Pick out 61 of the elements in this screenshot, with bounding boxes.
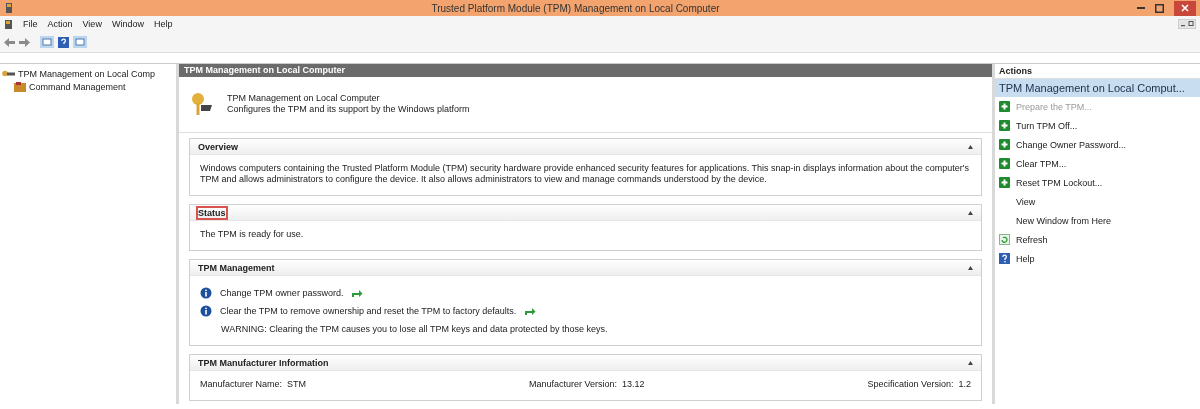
minimize-icon[interactable] — [1137, 6, 1145, 10]
section-text: The TPM is ready for use. — [200, 229, 305, 240]
collapse-icon[interactable] — [968, 360, 973, 365]
app-icon — [4, 2, 14, 14]
key-icon — [2, 69, 15, 78]
maximize-icon[interactable] — [1155, 3, 1164, 13]
section-title: Overview — [198, 141, 239, 152]
task-pane-entry[interactable]: Turn TPM Off... — [995, 116, 1200, 135]
section-title: TPM Manufacturer Information — [198, 357, 329, 368]
menu-item[interactable]: Window — [111, 19, 144, 29]
window-controls-icon[interactable] — [1178, 19, 1196, 29]
collapse-icon[interactable] — [968, 210, 973, 215]
arrow-icon[interactable] — [351, 288, 364, 298]
info-field: Specification Version: 1.2 — [867, 379, 971, 390]
warning-text: WARNING: Clearing the TPM causes you to lose all TPM keys and data protected by those keys. — [220, 324, 609, 335]
section-text: Windows computers containing the Trusted Platform Module (TPM) security hardware provide enhanced security features for applications. This snap-in displays information about the computer's TPM and allows administrators to configure the device. It also allows administrators to view and manage commands understood by the device. — [200, 163, 970, 185]
task-pane-entry[interactable]: Clear TPM... — [995, 154, 1200, 173]
info-field: Manufacturer Version: 13.12 — [528, 379, 645, 390]
back-icon[interactable] — [4, 37, 15, 47]
menu-item[interactable]: View — [82, 19, 102, 29]
plus-icon — [999, 158, 1010, 169]
task-text: Change TPM owner password. — [220, 287, 344, 299]
tree-item[interactable]: Command Management — [29, 81, 126, 92]
menu-item[interactable]: Help — [153, 19, 173, 29]
menu-item[interactable]: Action — [47, 19, 73, 29]
info-icon — [200, 305, 212, 317]
task-pane-entry[interactable]: View — [995, 192, 1200, 211]
task-pane-entry[interactable]: Refresh — [995, 230, 1200, 249]
plus-icon — [999, 139, 1010, 150]
help-icon[interactable] — [58, 36, 69, 48]
task-pane-entry[interactable]: New Window from Here — [995, 211, 1200, 230]
menu-item[interactable]: File — [23, 19, 38, 29]
tree-item[interactable]: TPM Management on Local Comp — [18, 68, 156, 79]
plus-icon — [999, 101, 1010, 112]
app-icon — [4, 18, 13, 30]
plus-icon — [999, 177, 1010, 188]
plus-icon — [999, 120, 1010, 131]
task-pane-entry[interactable]: Help — [995, 249, 1200, 268]
key-icon — [191, 91, 213, 118]
help-icon — [999, 253, 1010, 264]
task-text: Clear the TPM to remove ownership and reset the TPM to factory defaults. — [220, 305, 517, 317]
task-pane-entry[interactable]: Change Owner Password... — [995, 135, 1200, 154]
forward-icon[interactable] — [19, 37, 30, 47]
section-title: TPM Management — [198, 262, 275, 273]
console-tree-icon[interactable] — [40, 36, 54, 48]
action-pane-icon[interactable] — [73, 36, 87, 48]
arrow-icon[interactable] — [524, 306, 537, 316]
collapse-icon[interactable] — [968, 265, 973, 270]
task-pane-entry[interactable]: Reset TPM Lockout... — [995, 173, 1200, 192]
window-title: Trusted Platform Module (TPM) Management on Local Computer — [430, 2, 721, 14]
actions-group[interactable]: TPM Management on Local Comput... — [995, 79, 1200, 97]
intro-title: TPM Management on Local Computer — [227, 93, 381, 105]
pane-header: TPM Management on Local Computer — [179, 64, 992, 77]
collapse-icon[interactable] — [968, 144, 973, 149]
info-icon — [200, 287, 212, 299]
intro-subtitle: Configures the TPM and its support by the Windows platform — [227, 104, 470, 116]
close-icon[interactable] — [1181, 4, 1189, 12]
info-field: Manufacturer Name: STM — [200, 379, 307, 390]
folder-icon — [14, 81, 26, 92]
refresh-icon — [999, 234, 1010, 245]
section-title: Status — [198, 207, 226, 218]
